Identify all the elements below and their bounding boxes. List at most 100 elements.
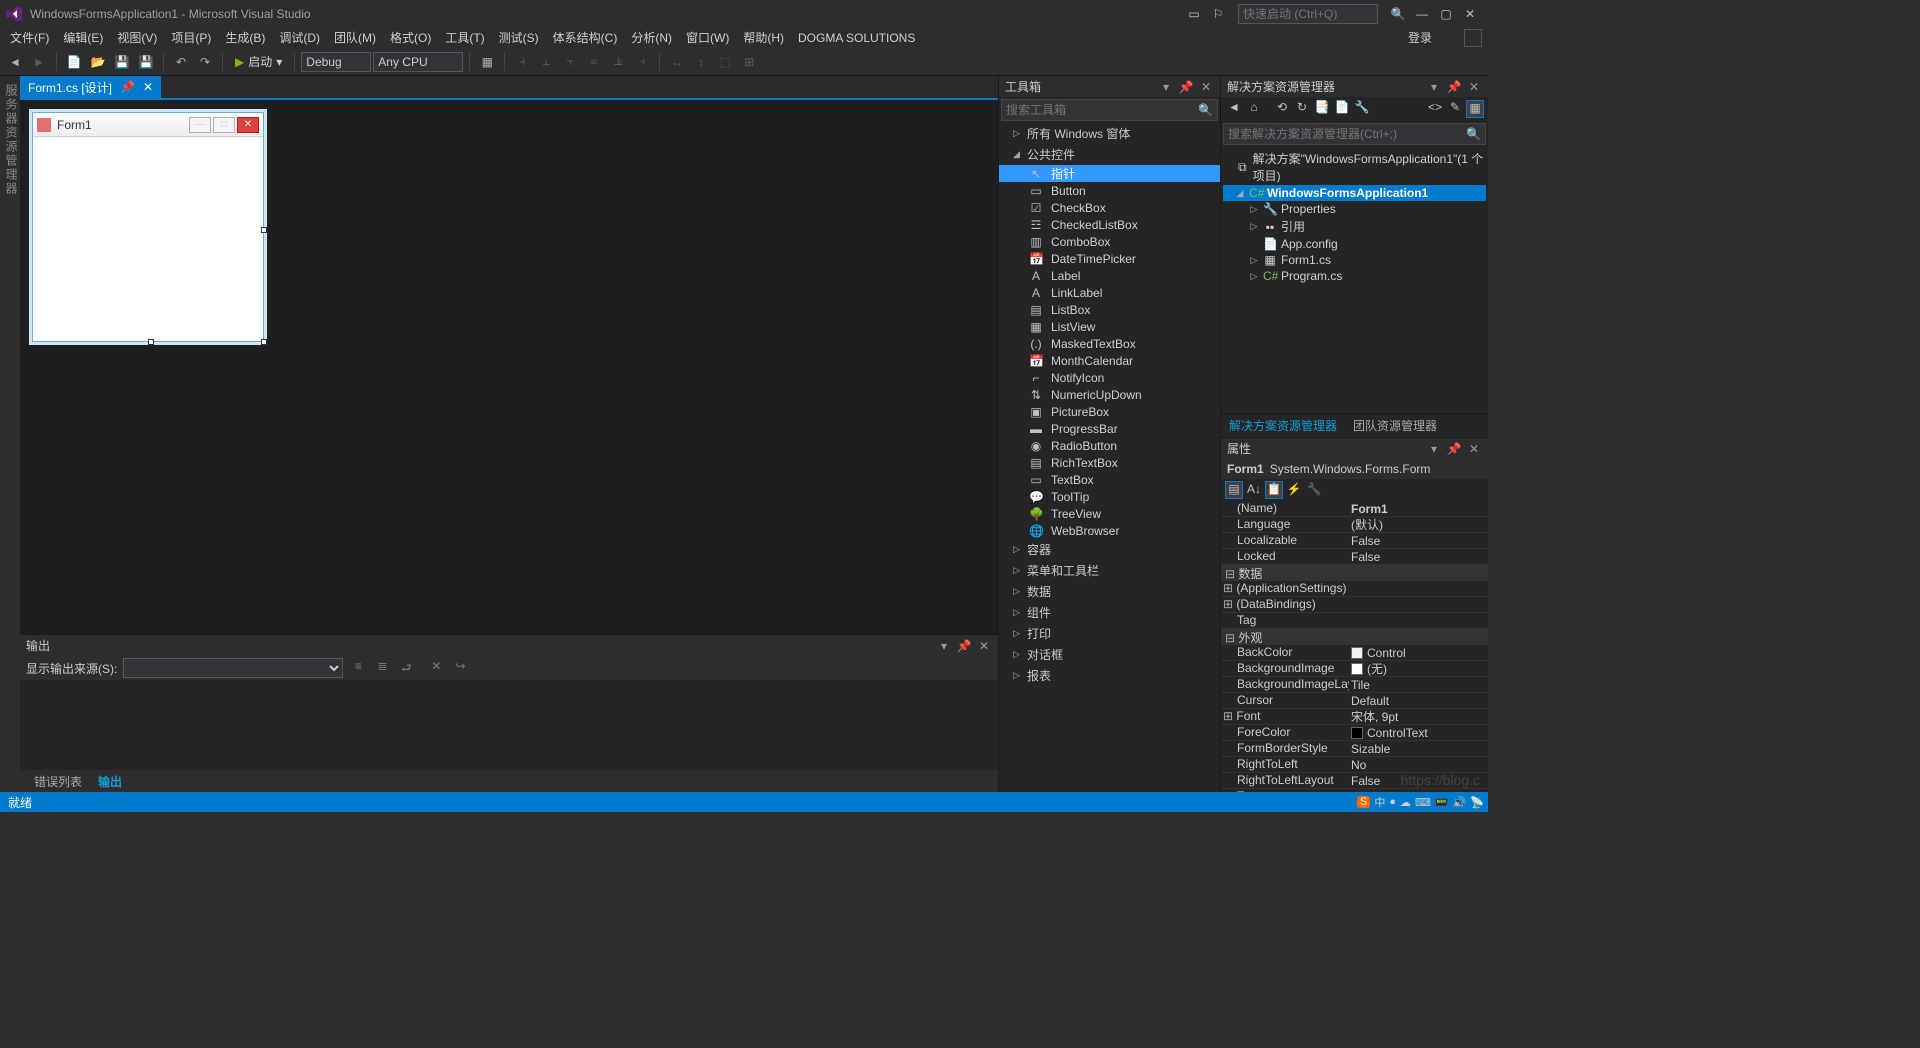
solution-tree[interactable]: ⧉解决方案"WindowsFormsApplication1"(1 个项目) ◢… <box>1221 147 1488 413</box>
toolbox-group[interactable]: ◢公共控件 <box>999 144 1220 165</box>
toolbox-item[interactable]: 📅DateTimePicker <box>999 250 1220 267</box>
property-row[interactable]: (DataBindings) <box>1221 597 1488 613</box>
property-row[interactable]: LockedFalse <box>1221 549 1488 565</box>
toolbox-item[interactable]: ◉RadioButton <box>999 437 1220 454</box>
tree-node[interactable]: ▷🔧Properties <box>1223 201 1486 217</box>
solution-search-input[interactable] <box>1228 127 1466 141</box>
tree-node[interactable]: ▷C#Program.cs <box>1223 268 1486 284</box>
tray-icon[interactable]: 📡 <box>1470 796 1484 809</box>
props-dropdown-icon[interactable]: ▾ <box>1426 442 1442 456</box>
sln-collapse-icon[interactable]: 📑 <box>1313 100 1331 118</box>
avatar-icon[interactable] <box>1464 29 1482 47</box>
pin-icon[interactable]: 📌 <box>120 80 135 94</box>
toolbox-item[interactable]: 🌐WebBrowser <box>999 522 1220 539</box>
toolbox-search-input[interactable] <box>1006 103 1198 117</box>
sln-showall-icon[interactable]: 📄 <box>1333 100 1351 118</box>
alphabetical-icon[interactable]: A↓ <box>1245 481 1263 499</box>
sln-explorer-tab[interactable]: 解决方案资源管理器 <box>1221 414 1345 437</box>
properties-object[interactable]: Form1 System.Windows.Forms.Form <box>1221 459 1488 479</box>
design-form[interactable]: Form1 — □ ✕ <box>32 112 264 342</box>
tray-icon[interactable]: S <box>1357 796 1370 808</box>
toolbox-item[interactable]: ☑CheckBox <box>999 199 1220 216</box>
output-goto-icon[interactable]: ↪ <box>451 659 469 677</box>
toolbox-item[interactable]: ▤RichTextBox <box>999 454 1220 471</box>
toolbox-item[interactable]: ▥ComboBox <box>999 233 1220 250</box>
props-pin-icon[interactable]: 📌 <box>1446 442 1462 456</box>
search-icon[interactable]: 🔍 <box>1466 127 1481 141</box>
tree-node[interactable]: 📄App.config <box>1223 236 1486 252</box>
toolbox-group[interactable]: ▷组件 <box>999 602 1220 623</box>
menu-item[interactable]: 格式(O) <box>384 27 437 48</box>
menu-item[interactable]: 编辑(E) <box>57 27 109 48</box>
solution-search[interactable]: 🔍 <box>1223 123 1486 145</box>
toolbox-item[interactable]: 🌳TreeView <box>999 505 1220 522</box>
left-dock-strip[interactable]: 服务器资源管理器 工具箱 <box>0 76 20 792</box>
property-row[interactable]: Font宋体, 9pt <box>1221 709 1488 725</box>
menu-item[interactable]: 生成(B) <box>219 27 271 48</box>
start-button[interactable]: ▶启动▾ <box>229 51 288 73</box>
tab-close-icon[interactable]: ✕ <box>143 80 153 94</box>
toolbox-item[interactable]: ▤ListBox <box>999 301 1220 318</box>
property-row[interactable]: LocalizableFalse <box>1221 533 1488 549</box>
toolbox-close-icon[interactable]: ✕ <box>1198 80 1214 94</box>
save-icon[interactable]: 💾 <box>111 51 133 73</box>
toolbox-group[interactable]: ▷数据 <box>999 581 1220 602</box>
tray-icon[interactable]: 中 <box>1374 794 1385 810</box>
menu-item[interactable]: 帮助(H) <box>737 27 790 48</box>
toolbox-group[interactable]: ▷所有 Windows 窗体 <box>999 123 1220 144</box>
property-row[interactable]: (Name)Form1 <box>1221 501 1488 517</box>
toolbox-item[interactable]: ▬ProgressBar <box>999 420 1220 437</box>
property-row[interactable]: CursorDefault <box>1221 693 1488 709</box>
menu-item[interactable]: 窗口(W) <box>680 27 735 48</box>
panel-dropdown-icon[interactable]: ▾ <box>936 639 952 653</box>
output-toggle-icon[interactable]: ⮐ <box>397 659 415 677</box>
events-icon[interactable]: ⚡ <box>1285 481 1303 499</box>
feedback-icon[interactable]: ⚐ <box>1206 7 1230 21</box>
output-clear-icon[interactable]: ≡ <box>349 659 367 677</box>
toolbox-item[interactable]: ALabel <box>999 267 1220 284</box>
menu-item[interactable]: 体系结构(C) <box>547 27 624 48</box>
menu-item[interactable]: DOGMA SOLUTIONS <box>792 29 921 47</box>
close-button[interactable]: ✕ <box>1458 7 1482 21</box>
minimize-button[interactable]: — <box>1410 7 1434 21</box>
toolbox-item[interactable]: 📅MonthCalendar <box>999 352 1220 369</box>
output-source-combo[interactable] <box>123 658 343 678</box>
toolbox-item[interactable]: ⌐NotifyIcon <box>999 369 1220 386</box>
tray-icon[interactable]: ☁ <box>1400 796 1411 809</box>
property-row[interactable]: BackgroundImage(无) <box>1221 661 1488 677</box>
output-wrap-icon[interactable]: ≣ <box>373 659 391 677</box>
new-project-icon[interactable]: 📄 <box>63 51 85 73</box>
panel-pin-icon[interactable]: 📌 <box>956 639 972 653</box>
quick-launch-input[interactable] <box>1238 4 1378 24</box>
tree-node[interactable]: ▷▦Form1.cs <box>1223 252 1486 268</box>
toolbox-group[interactable]: ▷对话框 <box>999 644 1220 665</box>
toolbox-item[interactable]: 💬ToolTip <box>999 488 1220 505</box>
property-row[interactable]: BackColorControl <box>1221 645 1488 661</box>
toolbox-group[interactable]: ▷容器 <box>999 539 1220 560</box>
property-row[interactable]: FormBorderStyleSizable <box>1221 741 1488 757</box>
prop-pages-icon[interactable]: 🔧 <box>1305 481 1323 499</box>
toolbox-item[interactable]: (.)MaskedTextBox <box>999 335 1220 352</box>
platform-combo[interactable]: Any CPU <box>373 52 463 72</box>
tray-icon[interactable]: 📟 <box>1435 796 1449 809</box>
toolbox-item[interactable]: ALinkLabel <box>999 284 1220 301</box>
form-designer[interactable]: Form1 — □ ✕ <box>20 98 998 634</box>
solution-root[interactable]: ⧉解决方案"WindowsFormsApplication1"(1 个项目) <box>1223 149 1486 185</box>
toolbox-item[interactable]: ☲CheckedListBox <box>999 216 1220 233</box>
menu-item[interactable]: 测试(S) <box>493 27 545 48</box>
menu-item[interactable]: 调试(D) <box>273 27 326 48</box>
save-all-icon[interactable]: 💾 <box>135 51 157 73</box>
panel-close-icon[interactable]: ✕ <box>976 639 992 653</box>
config-combo[interactable]: Debug <box>301 52 371 72</box>
menu-item[interactable]: 团队(M) <box>328 27 382 48</box>
toolbox-search[interactable]: 🔍 <box>1001 99 1218 121</box>
document-tab-active[interactable]: Form1.cs [设计] 📌 ✕ <box>20 76 161 98</box>
project-node[interactable]: ◢C#WindowsFormsApplication1 <box>1223 185 1486 201</box>
menu-item[interactable]: 文件(F) <box>4 27 55 48</box>
sln-preview-icon[interactable]: ▦ <box>1466 100 1484 118</box>
sln-home-icon[interactable]: ⌂ <box>1245 100 1263 118</box>
toolbox-tree[interactable]: ▷所有 Windows 窗体◢公共控件↖指针▭Button☑CheckBox☲C… <box>999 123 1220 792</box>
sln-refresh-icon[interactable]: ↻ <box>1293 100 1311 118</box>
server-explorer-tab[interactable]: 服务器资源管理器 <box>3 84 20 792</box>
property-row[interactable]: RightToLeftNo <box>1221 757 1488 773</box>
